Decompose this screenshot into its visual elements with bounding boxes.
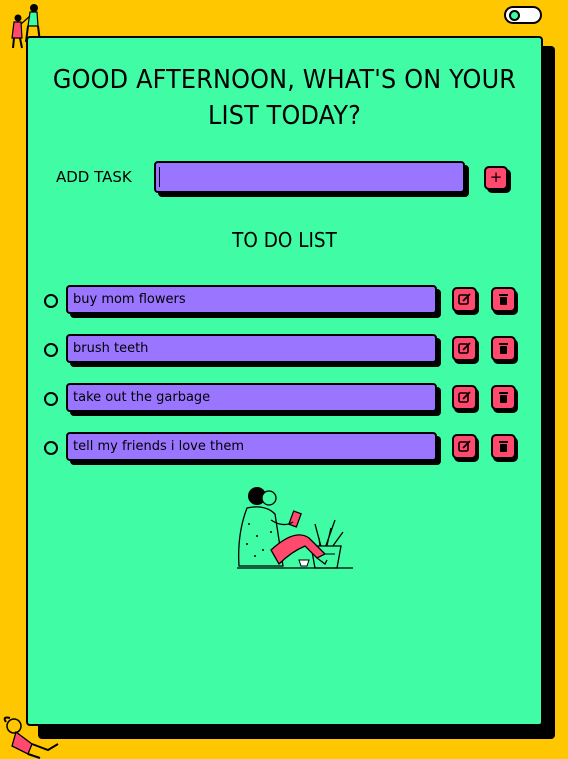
task-complete-checkbox[interactable] — [44, 392, 58, 406]
task-text[interactable]: brush teeth — [66, 334, 437, 363]
text-caret — [159, 167, 160, 187]
theme-toggle[interactable] — [504, 6, 542, 24]
delete-task-button[interactable] — [491, 385, 516, 410]
todo-item: tell my friends i love them — [42, 431, 522, 465]
add-task-input[interactable] — [154, 161, 465, 193]
greeting-title: GOOD AFTERNOON, WHAT'S ON YOUR LIST TODA… — [52, 65, 517, 131]
edit-task-button[interactable] — [452, 336, 477, 361]
task-complete-checkbox[interactable] — [44, 441, 58, 455]
plus-icon: + — [489, 168, 503, 186]
todo-list-heading: TO DO LIST — [232, 228, 337, 252]
edit-task-button[interactable] — [452, 385, 477, 410]
task-text[interactable]: buy mom flowers — [66, 285, 437, 314]
add-task-input-wrapper — [154, 161, 469, 197]
edit-icon — [458, 342, 471, 354]
delete-task-button[interactable] — [491, 434, 516, 459]
task-complete-checkbox[interactable] — [44, 294, 58, 308]
todo-item: brush teeth — [42, 333, 522, 367]
trash-icon — [499, 294, 508, 305]
task-text[interactable]: take out the garbage — [66, 383, 437, 412]
todo-item: take out the garbage — [42, 382, 522, 416]
delete-task-button[interactable] — [491, 336, 516, 361]
todo-item: buy mom flowers — [42, 284, 522, 318]
toggle-knob — [509, 10, 520, 21]
task-complete-checkbox[interactable] — [44, 343, 58, 357]
add-task-label: ADD TASK — [56, 168, 132, 186]
task-text[interactable]: tell my friends i love them — [66, 432, 437, 461]
trash-icon — [499, 392, 508, 403]
reading-woman-illustration — [237, 487, 353, 569]
edit-task-button[interactable] — [452, 434, 477, 459]
edit-icon — [458, 293, 471, 305]
add-task-button[interactable]: + — [484, 166, 508, 190]
edit-icon — [458, 440, 471, 452]
delete-task-button[interactable] — [491, 287, 516, 312]
edit-icon — [458, 391, 471, 403]
todo-card: GOOD AFTERNOON, WHAT'S ON YOUR LIST TODA… — [26, 36, 543, 726]
trash-icon — [499, 441, 508, 452]
edit-task-button[interactable] — [452, 287, 477, 312]
trash-icon — [499, 343, 508, 354]
